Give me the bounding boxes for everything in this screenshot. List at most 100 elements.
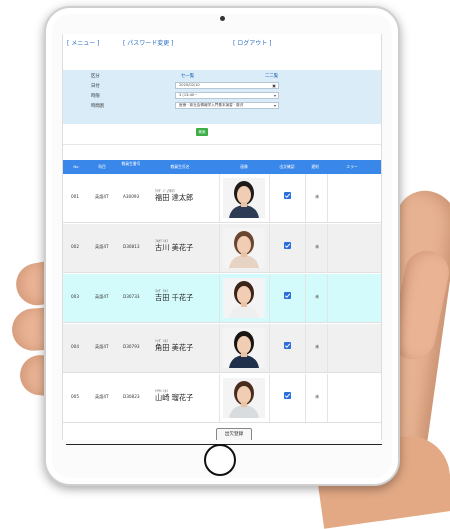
timetable-select[interactable]: 医療 · 新社会情報学入門基本演習 · 藤沢 ▾: [175, 102, 279, 109]
col-header: 教員生氏名: [170, 164, 190, 169]
cell-name: 福田 達太郎: [155, 193, 194, 202]
column-divider: [305, 174, 306, 222]
cell-class: 英語4T: [95, 294, 109, 299]
attendance-checkbox[interactable]: [284, 292, 291, 299]
cell-name: 吉田 千花子: [155, 293, 194, 302]
tab-list-a[interactable]: セ一覧: [181, 73, 194, 79]
nav-logout-link[interactable]: [ ログアウト ]: [233, 38, 272, 47]
cell-student-id: A30093: [123, 194, 140, 199]
divider: [63, 144, 381, 145]
column-divider: [327, 224, 328, 272]
column-divider: [269, 324, 270, 372]
nav-password-link[interactable]: [ パスワード変更 ]: [123, 38, 174, 47]
cell-class: 英語4T: [95, 244, 109, 249]
screen: [ メニュー ] [ パスワード変更 ] [ ログアウト ] 区分 セ一覧 二二…: [62, 34, 382, 440]
student-photo: [223, 328, 265, 368]
column-divider: [305, 274, 306, 322]
filter-panel: 区分 セ一覧 二二覧 日付 2020/02/10 ▣ 時限 3 (13:40~ …: [63, 70, 381, 124]
tablet-device: [ メニュー ] [ パスワード変更 ] [ ログアウト ] 区分 セ一覧 二二…: [44, 6, 400, 486]
camera-icon: [220, 16, 225, 21]
column-divider: [327, 274, 328, 322]
column-divider: [305, 324, 306, 372]
column-divider: [219, 324, 220, 372]
column-divider: [305, 224, 306, 272]
column-divider: [219, 224, 220, 272]
student-photo: [223, 178, 265, 218]
cell-class: 英語4T: [95, 394, 109, 399]
table-header: No 科目 教員生番号 教員生氏名 画像 出欠確認 遅刻 エラー: [63, 160, 381, 174]
cell-name: 古川 美花子: [155, 243, 194, 252]
column-divider: [219, 274, 220, 322]
table-row[interactable]: 005 英語4T D30823 ﾔﾏｻｷ ﾐｶｺ 山崎 瑠花子未: [63, 374, 381, 423]
cell-no: 003: [71, 294, 79, 299]
filter-row-date: 日付 2020/02/10 ▣: [63, 82, 381, 91]
column-divider: [269, 224, 270, 272]
nav-menu-link[interactable]: [ メニュー ]: [67, 38, 100, 47]
search-button[interactable]: 検索: [196, 128, 208, 136]
attendance-checkbox[interactable]: [284, 192, 291, 199]
top-nav: [ メニュー ] [ パスワード変更 ] [ ログアウト ]: [63, 38, 381, 52]
col-header: エラー: [346, 164, 358, 169]
tab-list-b[interactable]: 二二覧: [265, 73, 278, 79]
column-divider: [269, 174, 270, 222]
cell-late: 未: [315, 244, 320, 249]
column-divider: [305, 374, 306, 422]
column-divider: [269, 274, 270, 322]
col-header: 科目: [98, 164, 106, 169]
col-header: 出欠確認: [279, 164, 295, 169]
cell-late: 未: [315, 194, 320, 199]
filter-row-timetable: 時間割 医療 · 新社会情報学入門基本演習 · 藤沢 ▾: [63, 102, 381, 111]
col-header: 画像: [240, 164, 248, 169]
table-row[interactable]: 004 英語4T D30793 ﾂﾉﾀﾞ ﾐｶｺ 角田 美花子未: [63, 324, 381, 373]
table-row[interactable]: 002 英語4T D30813 ﾌﾙｶﾜ ﾐｶｺ 古川 美花子未: [63, 224, 381, 273]
column-divider: [269, 374, 270, 422]
col-header: 遅刻: [311, 164, 319, 169]
cell-name: 角田 美花子: [155, 343, 194, 352]
chevron-down-icon: ▾: [273, 103, 276, 108]
timetable-value: 医療 · 新社会情報学入門基本演習 · 藤沢: [179, 103, 244, 107]
column-divider: [219, 374, 220, 422]
cell-class: 英語4T: [95, 344, 109, 349]
chevron-down-icon: ▾: [273, 93, 276, 98]
cell-student-id: D30733: [123, 294, 140, 299]
home-button[interactable]: [204, 444, 236, 476]
cell-no: 004: [71, 344, 79, 349]
column-divider: [219, 174, 220, 222]
col-header: 教員生番号: [121, 161, 141, 166]
filter-row-tabs: 区分 セ一覧 二二覧: [63, 72, 381, 81]
col-header: No: [73, 164, 79, 169]
attendance-checkbox[interactable]: [284, 392, 291, 399]
cell-student-id: D30813: [123, 244, 140, 249]
date-input[interactable]: 2020/02/10 ▣: [175, 82, 279, 89]
cell-student-id: D30793: [123, 344, 140, 349]
date-value: 2020/02/10: [179, 83, 200, 87]
table-row[interactable]: 001 英語4T A30093 ｳﾏﾀﾞ ｼﾞｮｳﾀﾛｳ 福田 達太郎未: [63, 174, 381, 223]
column-divider: [327, 374, 328, 422]
column-divider: [327, 174, 328, 222]
filter-label: 区分: [91, 74, 100, 79]
cell-late: 未: [315, 394, 320, 399]
cell-class: 英語4T: [95, 194, 109, 199]
period-value: 3 (13:40~: [179, 93, 198, 97]
period-select[interactable]: 3 (13:40~ ▾: [175, 92, 279, 99]
calendar-icon: ▣: [272, 83, 276, 88]
register-attendance-button[interactable]: 出欠登録: [216, 428, 252, 440]
attendance-checkbox[interactable]: [284, 342, 291, 349]
cell-name: 山崎 瑠花子: [155, 393, 194, 402]
student-photo: [223, 278, 265, 318]
cell-no: 002: [71, 244, 79, 249]
filter-row-period: 時限 3 (13:40~ ▾: [63, 92, 381, 101]
cell-late: 未: [315, 294, 320, 299]
cell-no: 005: [71, 394, 79, 399]
column-divider: [327, 324, 328, 372]
table-row[interactable]: 003 英語4T D30733 ﾖｼﾀﾞ ﾁｶｺ 吉田 千花子未: [63, 274, 381, 323]
attendance-checkbox[interactable]: [284, 242, 291, 249]
filter-label: 時限: [91, 94, 100, 99]
filter-label: 日付: [91, 84, 100, 89]
student-photo: [223, 378, 265, 418]
cell-no: 001: [71, 194, 79, 199]
cell-student-id: D30823: [123, 394, 140, 399]
cell-late: 未: [315, 344, 320, 349]
student-photo: [223, 228, 265, 268]
filter-label: 時間割: [91, 104, 105, 109]
